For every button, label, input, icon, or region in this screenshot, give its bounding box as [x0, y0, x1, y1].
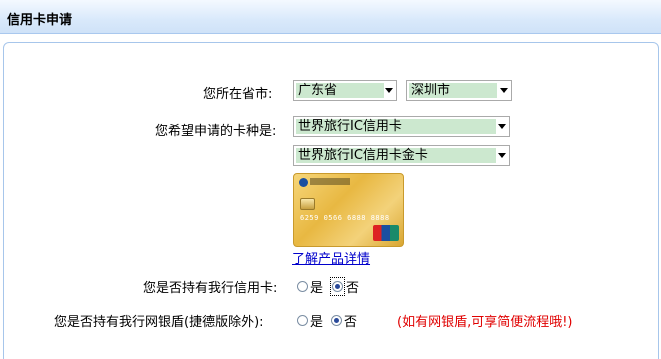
card-series-select[interactable]: 世界旅行IC信用卡: [293, 116, 510, 137]
has-credit-card-label: 您是否持有我行信用卡:: [143, 281, 278, 296]
has-credit-card-yes-radio-wrap[interactable]: [297, 279, 308, 294]
has-credit-card-yes-label[interactable]: 是: [310, 281, 323, 296]
card-number: 6259 0566 6888 8888: [300, 214, 390, 222]
chip-icon: [300, 198, 315, 210]
has-credit-card-yes-radio[interactable]: [297, 281, 308, 292]
city-value: 深圳市: [409, 83, 497, 98]
credit-card-application-window: 信用卡申请 您所在省市: 广东省 深圳市 您希望申请的卡种是: 世界旅行IC信用…: [0, 0, 661, 359]
title-bar: 信用卡申请: [0, 0, 661, 34]
has-usb-key-yes-label[interactable]: 是: [310, 315, 323, 330]
has-usb-key-no-radio[interactable]: [331, 315, 343, 326]
province-value: 广东省: [296, 83, 384, 98]
card-level-select[interactable]: 世界旅行IC信用卡金卡: [293, 145, 510, 166]
has-credit-card-radio-group: 是否: [297, 277, 367, 296]
has-usb-key-no-label[interactable]: 否: [344, 315, 357, 330]
unionpay-logo-icon: [373, 225, 399, 241]
province-select[interactable]: 广东省: [293, 80, 397, 101]
has-credit-card-no-radio-wrap[interactable]: [330, 277, 346, 296]
card-level-value: 世界旅行IC信用卡金卡: [296, 148, 496, 163]
card-series-value: 世界旅行IC信用卡: [296, 119, 496, 134]
has-credit-card-no-label[interactable]: 否: [346, 281, 359, 296]
chevron-down-icon: [498, 153, 506, 158]
has-usb-key-radio-group: 是否: [297, 311, 365, 330]
bank-logo-icon: [299, 178, 308, 187]
chevron-down-icon: [500, 88, 508, 93]
page-title: 信用卡申请: [7, 13, 73, 28]
has-usb-key-no-radio-wrap[interactable]: [331, 313, 343, 328]
has-usb-key-yes-radio-wrap[interactable]: [297, 313, 308, 328]
location-label: 您所在省市:: [203, 87, 273, 102]
has-credit-card-no-radio[interactable]: [332, 281, 344, 292]
credit-card-image: 6259 0566 6888 8888: [293, 173, 404, 247]
bank-name-graphic: [310, 178, 350, 185]
has-usb-key-yes-radio[interactable]: [297, 315, 308, 326]
has-usb-key-label: 您是否持有我行网银盾(捷德版除外):: [54, 315, 264, 330]
city-select[interactable]: 深圳市: [406, 80, 512, 101]
product-detail-link[interactable]: 了解产品详情: [292, 248, 370, 267]
usb-key-hint: (如有网银盾,可享简便流程哦!): [397, 315, 573, 330]
chevron-down-icon: [498, 124, 506, 129]
chevron-down-icon: [385, 88, 393, 93]
card-type-label: 您希望申请的卡种是:: [155, 124, 277, 139]
